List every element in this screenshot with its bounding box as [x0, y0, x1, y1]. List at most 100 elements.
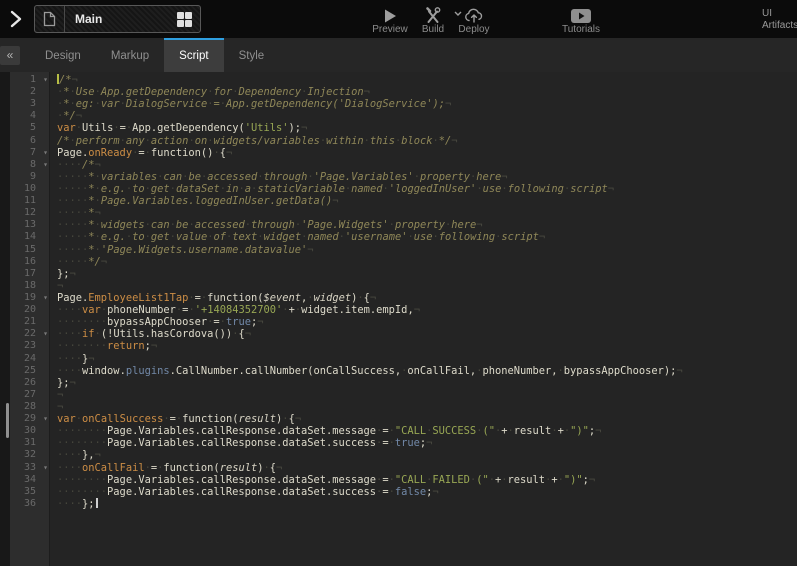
code-line[interactable]: ········Page.Variables.callResponse.data… — [57, 437, 797, 449]
code-line[interactable]: ·····*·Page.Variables.loggedInUser.getDa… — [57, 195, 797, 207]
newline-mark: ¬ — [57, 280, 63, 292]
code-line[interactable]: ·*·eg:·var·DialogService·=·App.getDepend… — [57, 98, 797, 110]
deploy-button[interactable]: Deploy — [452, 4, 496, 35]
code-lines[interactable]: /*¬·*·Use·App.getDependency·for·Dependen… — [50, 72, 797, 566]
code-line[interactable]: /*¬ — [57, 74, 797, 86]
code-line[interactable]: ·····*¬ — [57, 207, 797, 219]
code-line[interactable]: var·Utils·=·App.getDependency('Utils');¬ — [57, 122, 797, 134]
tab-design[interactable]: Design — [30, 38, 96, 72]
code-token: result — [238, 413, 276, 425]
code-line[interactable]: ········Page.Variables.callResponse.data… — [57, 425, 797, 437]
code-line[interactable]: ·····*·e.g.·to·get·dataSet·in·a·staticVa… — [57, 183, 797, 195]
fold-toggle-icon[interactable]: ▾ — [43, 462, 48, 474]
newline-mark: ¬ — [88, 353, 94, 365]
code-token: can — [163, 171, 182, 183]
fold-toggle-icon[interactable]: ▾ — [43, 413, 48, 425]
code-token: dataSet — [176, 183, 220, 195]
code-line[interactable]: ····},¬ — [57, 449, 797, 461]
tutorials-button[interactable]: Tutorials — [553, 4, 609, 35]
scrollbar-thumb[interactable] — [6, 403, 9, 438]
code-token: 'Page.Widgets' — [301, 219, 389, 231]
fold-toggle-icon[interactable]: ▾ — [43, 292, 48, 304]
gutter-row: 4 — [10, 110, 49, 122]
code-token: get — [151, 183, 170, 195]
tab-style[interactable]: Style — [224, 38, 280, 72]
fold-toggle-icon[interactable]: ▾ — [43, 328, 48, 340]
tab-markup[interactable]: Markup — [96, 38, 164, 72]
collapse-panel-button[interactable]: « — [0, 46, 20, 65]
code-line[interactable]: ····}; — [57, 498, 797, 510]
code-token: FAILED — [432, 474, 470, 486]
code-line[interactable]: };¬ — [57, 268, 797, 280]
code-line[interactable]: ····onCallFail·=·function(result)·{¬ — [57, 462, 797, 474]
code-line[interactable]: ····if·(!Utils.hasCordova())·{¬ — [57, 328, 797, 340]
code-token: text — [232, 231, 257, 243]
gutter-row: 27 — [10, 389, 49, 401]
code-line[interactable]: ·····*·variables·can·be·accessed·through… — [57, 171, 797, 183]
code-line[interactable]: };¬ — [57, 377, 797, 389]
code-line[interactable]: ····var·phoneNumber·=·'+14084352700'·+·w… — [57, 304, 797, 316]
code-line[interactable]: Page.EmployeeList1Tap·=·function($event,… — [57, 292, 797, 304]
code-line[interactable]: ········Page.Variables.callResponse.data… — [57, 486, 797, 498]
whitespace-dots: ···· — [57, 365, 82, 377]
preview-button[interactable]: Preview — [366, 4, 414, 35]
code-line[interactable]: ¬ — [57, 280, 797, 292]
fold-toggle-icon[interactable]: ▾ — [43, 159, 48, 171]
line-number: 6 — [30, 135, 36, 147]
code-line[interactable]: var·onCallSuccess·=·function(result)·{¬ — [57, 413, 797, 425]
code-line[interactable]: ········Page.Variables.callResponse.data… — [57, 474, 797, 486]
code-line[interactable]: Page.onReady·=·function()·{¬ — [57, 147, 797, 159]
code-line[interactable]: ·····*·e.g.·to·get·value·of·text·widget·… — [57, 231, 797, 243]
code-line[interactable]: ····/*¬ — [57, 159, 797, 171]
whitespace-dots: ···· — [57, 449, 82, 461]
gutter-row: 2 — [10, 86, 49, 98]
code-token: Page. — [57, 147, 88, 159]
code-token: }; — [57, 268, 70, 280]
code-line[interactable]: ·····*/¬ — [57, 256, 797, 268]
code-line[interactable]: ·*/¬ — [57, 110, 797, 122]
line-number: 32 — [24, 449, 36, 461]
code-token: /* — [82, 159, 95, 171]
build-button[interactable]: Build — [411, 4, 455, 35]
code-token: on — [195, 135, 208, 147]
code-token: */ — [439, 135, 452, 147]
newline-mark: ¬ — [432, 486, 438, 498]
gutter-row: 8▾ — [10, 159, 49, 171]
code-line[interactable]: ····window.plugins.CallNumber.callNumber… — [57, 365, 797, 377]
text-caret — [96, 498, 98, 508]
code-token: following — [439, 231, 495, 243]
expand-chevron-icon[interactable] — [9, 9, 23, 29]
code-line[interactable]: ·*·Use·App.getDependency·for·Dependency·… — [57, 86, 797, 98]
code-token: use — [483, 183, 502, 195]
fold-toggle-icon[interactable]: ▾ — [43, 147, 48, 159]
gutter-row: 20 — [10, 304, 49, 316]
clipped-right-label[interactable]: UI Artifacts — [762, 8, 797, 32]
code-token: can — [151, 219, 170, 231]
code-line[interactable]: ¬ — [57, 401, 797, 413]
code-token: App.getDependency — [101, 86, 207, 98]
code-line[interactable]: ·····*·'Page.Widgets.username.datavalue'… — [57, 244, 797, 256]
code-line[interactable]: ¬ — [57, 389, 797, 401]
newline-mark: ¬ — [608, 183, 614, 195]
build-tools-icon — [411, 4, 455, 24]
tab-script[interactable]: Script — [164, 38, 223, 72]
code-line[interactable]: /*·perform·any·action·on·widgets/variabl… — [57, 135, 797, 147]
newline-mark: ¬ — [151, 340, 157, 352]
newline-mark: ¬ — [414, 304, 420, 316]
code-token: 'username' — [345, 231, 408, 243]
code-line[interactable]: ····}¬ — [57, 353, 797, 365]
line-number: 21 — [24, 316, 36, 328]
code-line[interactable]: ········return;¬ — [57, 340, 797, 352]
line-number: 1 — [30, 74, 36, 86]
code-token: onCallFail — [82, 462, 145, 474]
code-line[interactable]: ·····*·widgets·can·be·accessed·through·'… — [57, 219, 797, 231]
code-token: function( — [163, 462, 219, 474]
fold-toggle-icon[interactable]: ▾ — [43, 74, 48, 86]
code-token: window. — [82, 365, 126, 377]
code-token: Page.Variables.callResponse.dataSet.succ… — [107, 437, 376, 449]
page-selector[interactable]: Main — [34, 5, 201, 33]
code-token: }; — [82, 498, 95, 510]
newline-mark: ¬ — [426, 437, 432, 449]
gutter-row: 6 — [10, 135, 49, 147]
code-line[interactable]: ········bypassAppChooser·=·true;¬ — [57, 316, 797, 328]
